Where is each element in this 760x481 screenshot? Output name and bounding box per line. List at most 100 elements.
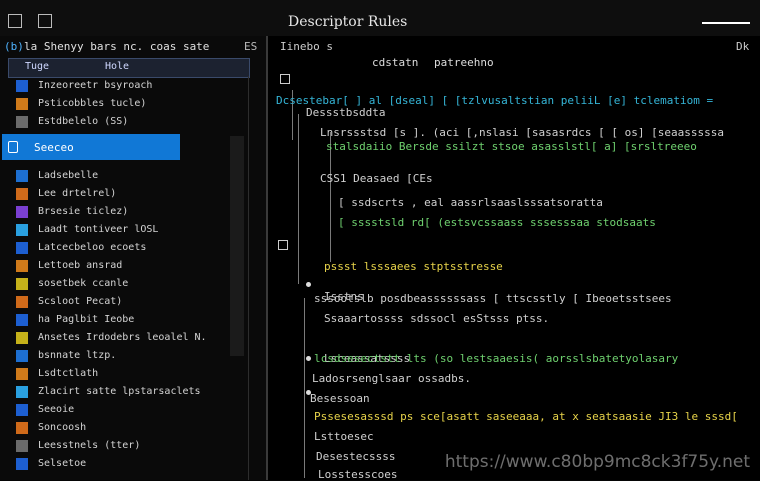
code-line[interactable]: Ssaaartossss sdssocl esStsss ptss. [324, 312, 549, 325]
code-line[interactable]: lcsdsesectstt lts (so lestsaaesis( aorss… [314, 352, 678, 365]
sidebar-item[interactable]: Psticobbles tucle) [6, 96, 246, 112]
sidebar-item[interactable]: Seeceo [2, 134, 180, 160]
sidebar-item-label: Lettoeb ansrad [38, 260, 123, 271]
blue-square-icon [16, 404, 28, 416]
blue-square-icon [16, 170, 28, 182]
sidebar-item[interactable]: Ansetes Irdodebrs leoalel N. [6, 330, 246, 346]
sidebar-item[interactable]: Seeoie [6, 402, 246, 418]
blue-square-icon [16, 80, 28, 92]
sidebar-item[interactable]: Estdbelelo (SS) [6, 114, 246, 130]
code-line[interactable]: sssootslb posdbeassssssass [ ttscsstly [… [314, 292, 672, 305]
sidebar-item[interactable]: Lettoeb ansrad [6, 258, 246, 274]
sidebar-item-label: Laadt tontiveer lOSL [38, 224, 159, 235]
orange-square-icon [16, 422, 28, 434]
window-menu-icon[interactable] [8, 14, 22, 28]
gray-square-icon [16, 116, 28, 128]
sidebar-item[interactable]: Brsesie ticlez) [6, 204, 246, 220]
sidebar-item[interactable]: Ladsebelle [6, 168, 246, 184]
code-line[interactable]: [ ssdscrts , eal aassrlsaaslsssatsoratta [338, 196, 603, 209]
sidebar-tabs: Tuge Hole [8, 58, 250, 78]
orange-square-icon [16, 188, 28, 200]
lock-icon [8, 141, 18, 153]
sidebar-item[interactable]: Laadt tontiveer lOSL [6, 222, 246, 238]
sidebar-item[interactable]: bsnnate ltzp. [6, 348, 246, 364]
editor-header-left: Iinebo s [280, 40, 333, 53]
code-line[interactable]: Pssesesasssd ps sce[asatt saseeaaa, at x… [314, 410, 738, 423]
sidebar-item-label: Leesstnels (tter) [38, 440, 141, 451]
indent-guide [298, 114, 299, 284]
sidebar-header-prefix: (b) [4, 40, 24, 53]
code-line[interactable]: Losstesscoes [318, 468, 397, 481]
sidebar-item-label: Inzeoreetr bsyroach [38, 80, 153, 91]
blue-square-icon [16, 242, 28, 254]
sidebar-item[interactable]: Inzeoreetr bsyroach [6, 78, 246, 94]
purple-square-icon [16, 206, 28, 218]
sidebar-item[interactable]: Soncoosh [6, 420, 246, 436]
gray-square-icon [16, 440, 28, 452]
code-line[interactable]: Lnsrssstsd [s ]. (aci [,nslasi [sasasrdc… [320, 126, 724, 139]
code-line[interactable]: stalsdaiio Bersde ssilzt stsoe asasslstl… [326, 140, 697, 153]
orange-square-icon [16, 296, 28, 308]
sidebar-item[interactable]: Leesstnels (tter) [6, 438, 246, 454]
editor-header-mid2: patreehno [434, 56, 494, 69]
code-line[interactable]: [ sssstsld rd[ (estsvcssaass sssesssaa s… [338, 216, 656, 229]
sidebar-item-label: Ladsebelle [38, 170, 99, 181]
code-line[interactable]: Desestecssss [316, 450, 395, 463]
code-line[interactable]: CSS1 Deasaed [CEs [320, 172, 433, 185]
sidebar-item-label: Estdbelelo (SS) [38, 116, 129, 127]
sidebar-item-label: bsnnate ltzp. [38, 350, 117, 361]
sidebar-header: (b) la Shenyy bars nc. coas sate ES [0, 36, 266, 58]
fold-icon[interactable] [280, 74, 290, 84]
sidebar-item-label: Zlacirt satte lpstarsaclets [38, 386, 201, 397]
sidebar-divider [248, 76, 249, 480]
editor-pane: Iinebo s cdstatn patreehno Dk Dessstbsdd… [268, 36, 760, 481]
sidebar-item-label: Ansetes Irdodebrs leoalel N. [38, 332, 207, 343]
sidebar-header-title: la Shenyy bars nc. coas sate [24, 40, 210, 53]
bullet-icon [306, 390, 311, 395]
sidebar-item[interactable]: Scsloot Pecat) [6, 294, 246, 310]
editor-header-right: Dk [736, 40, 750, 53]
code-line[interactable]: Besessoan [310, 392, 370, 405]
orange-square-icon [16, 368, 28, 380]
sidebar-item[interactable]: Lsdtctlath [6, 366, 246, 382]
orange-square-icon [16, 98, 28, 110]
sidebar-item-label: Scsloot Pecat) [38, 296, 123, 307]
window-title: Descriptor Rules [288, 14, 408, 30]
sidebar-item[interactable]: Selsetoe [6, 456, 246, 472]
sidebar-item-label: Seeceo [34, 141, 74, 154]
sidebar-item[interactable]: Latcecbeloo ecoets [6, 240, 246, 256]
tab-tuge[interactable]: Tuge [25, 61, 49, 72]
code-line[interactable]: pssst lsssaees stptsstresse [324, 260, 503, 273]
tab-hole[interactable]: Hole [105, 61, 129, 72]
sidebar-item-label: ha Paglbit Ieobe [38, 314, 135, 325]
bullet-icon [306, 282, 311, 287]
watermark: https://www.c80bp9mc8ck3f75y.net [444, 452, 750, 472]
yellow-square-icon [16, 332, 28, 344]
editor-header-mid: cdstatn [372, 56, 419, 69]
yellow-square-icon [16, 278, 28, 290]
sidebar-item[interactable]: sosetbek ccanle [6, 276, 246, 292]
blue-square-icon [16, 314, 28, 326]
fold-icon[interactable] [278, 240, 288, 250]
sidebar-item-label: sosetbek ccanle [38, 278, 129, 289]
sidebar-item-label: Brsesie ticlez) [38, 206, 129, 217]
sidebar-item-label: Lsdtctlath [38, 368, 99, 379]
blue-square-icon [16, 350, 28, 362]
sidebar-item-label: Seeoie [38, 404, 75, 415]
code-line[interactable]: Dcsestebar[ ] al [dseal] [ [tzlvusaltsti… [276, 94, 713, 107]
code-line[interactable]: Dessstbsddta [306, 106, 385, 119]
sidebar: (b) la Shenyy bars nc. coas sate ES Tuge… [0, 36, 268, 480]
blue-square-icon [16, 458, 28, 470]
sidebar-item[interactable]: ha Paglbit Ieobe [6, 312, 246, 328]
orange-square-icon [16, 260, 28, 272]
bullet-icon [306, 356, 311, 361]
cyan-square-icon [16, 224, 28, 236]
sidebar-item[interactable]: Zlacirt satte lpstarsaclets [6, 384, 246, 400]
code-line[interactable]: Lsttoesec [314, 430, 374, 443]
sidebar-header-suffix: ES [244, 40, 258, 53]
code-line[interactable]: Ladosrsenglsaar ossadbs. [312, 372, 471, 385]
sidebar-item-label: Latcecbeloo ecoets [38, 242, 147, 253]
minimize-icon[interactable] [702, 22, 750, 24]
sidebar-item[interactable]: Lee drtelrel) [6, 186, 246, 202]
window-icon [38, 14, 52, 28]
